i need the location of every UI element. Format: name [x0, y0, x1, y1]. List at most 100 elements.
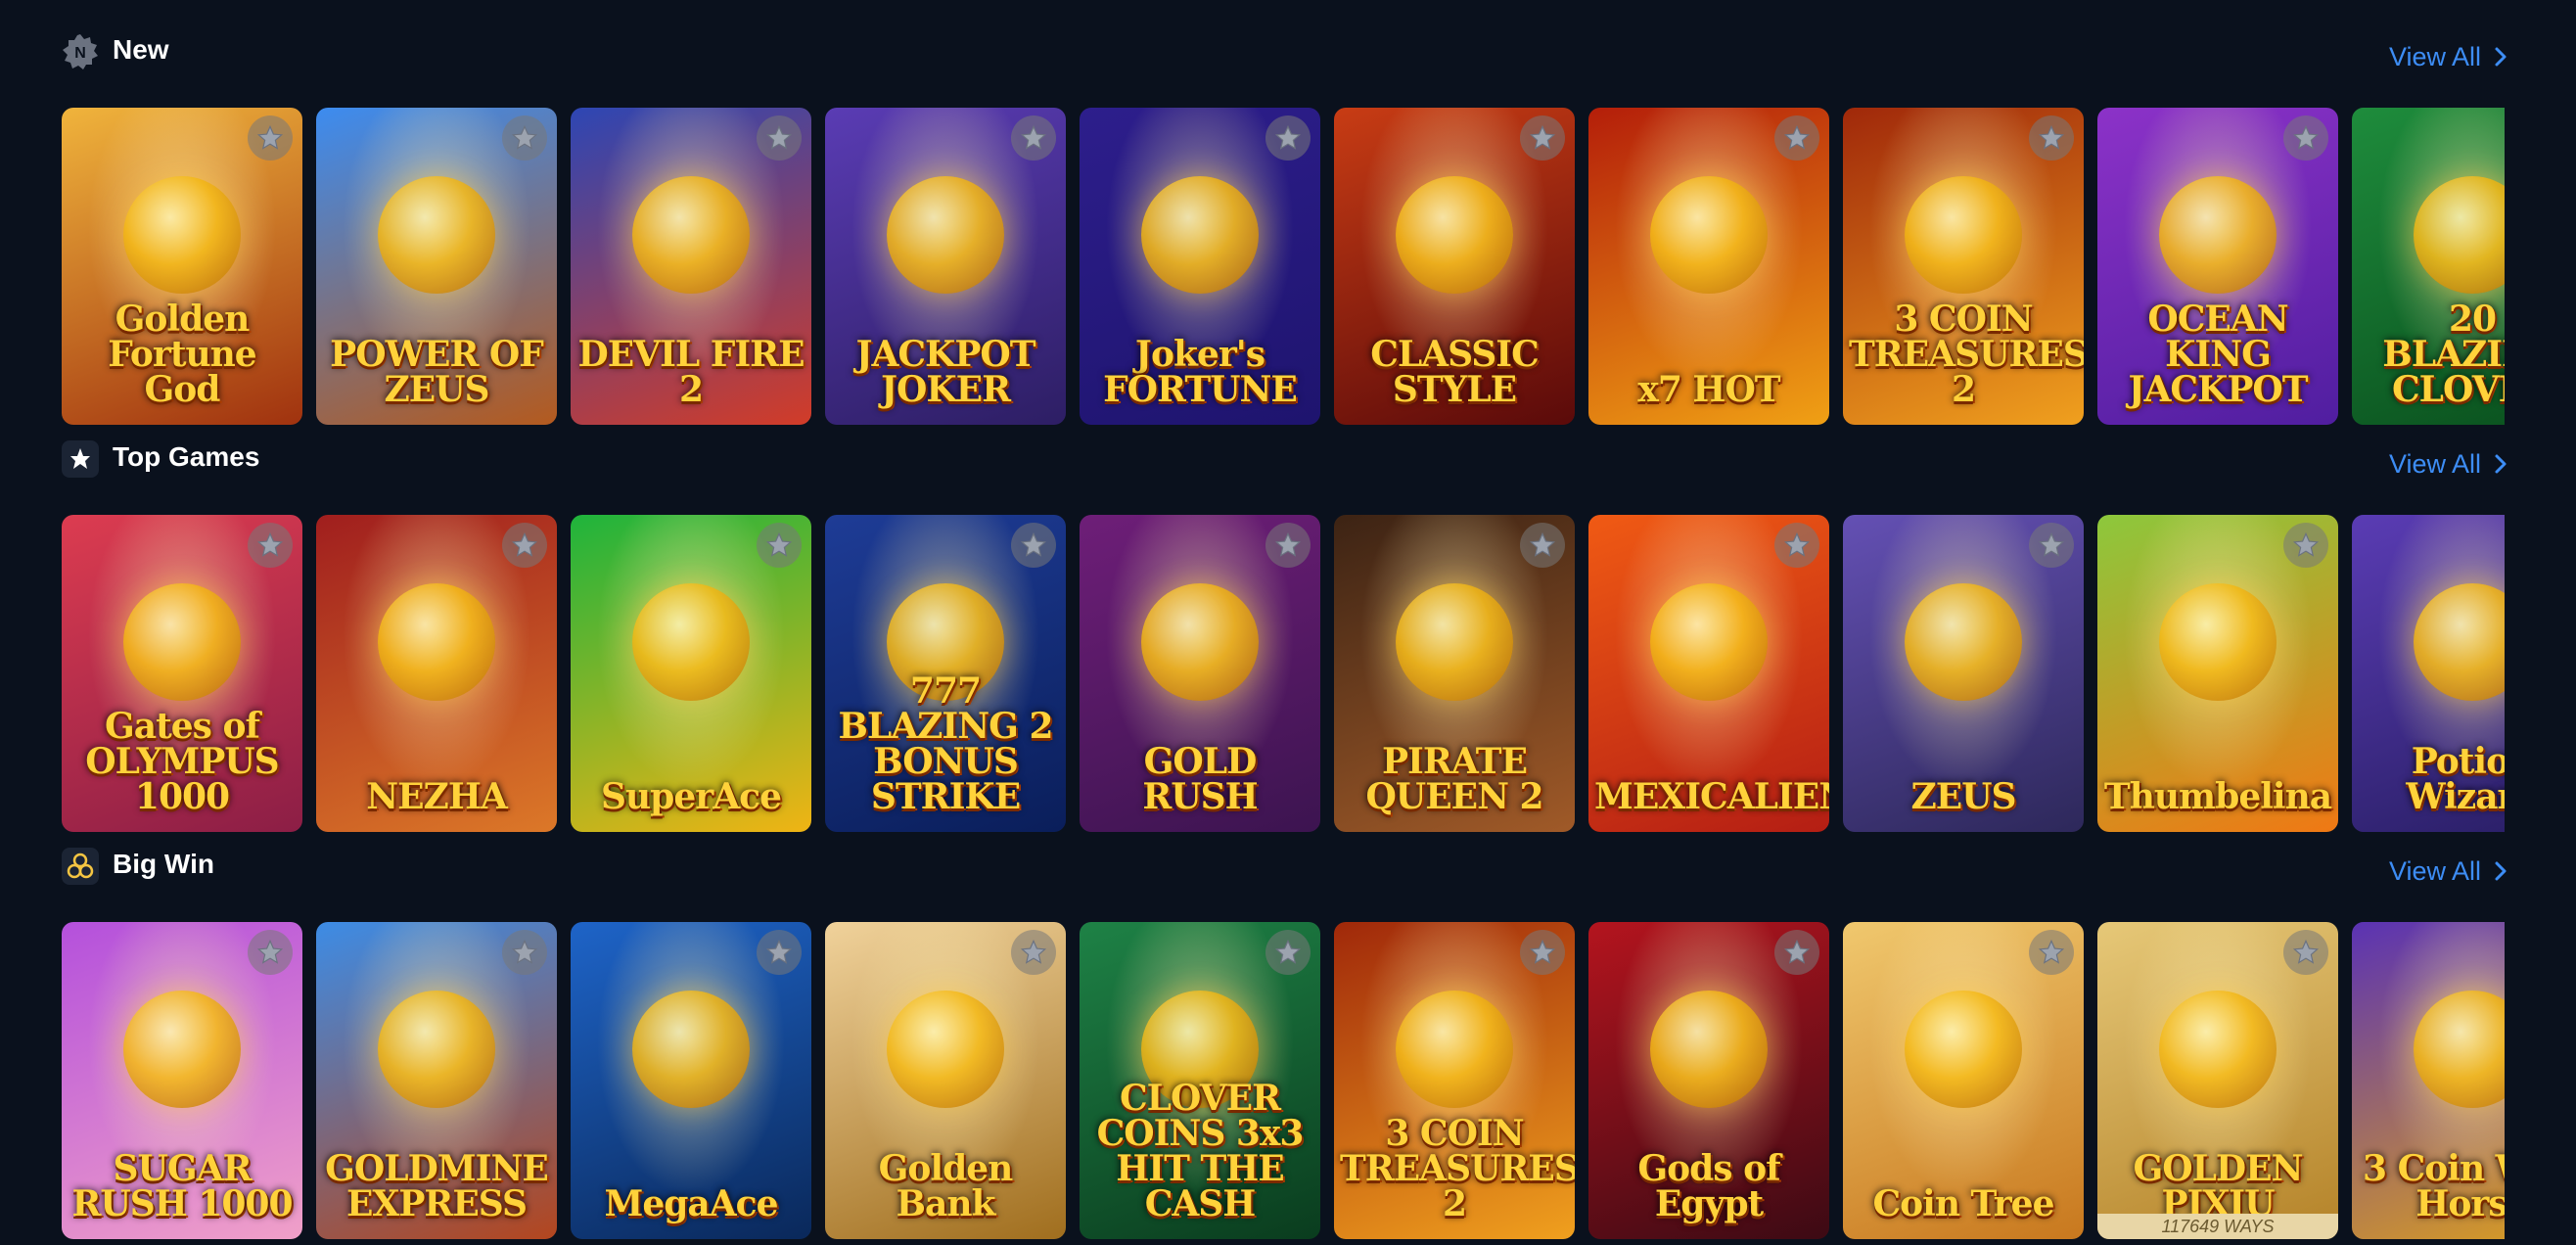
favorite-button[interactable] [1774, 523, 1819, 568]
star-icon [765, 124, 793, 150]
game-card[interactable]: POWER OF ZEUS [316, 108, 557, 425]
game-card[interactable]: JACKPOT JOKER [825, 108, 1066, 425]
favorite-button[interactable] [757, 115, 802, 161]
game-card[interactable]: Coin Tree [1843, 922, 2084, 1239]
game-card[interactable]: 3 Coin Wild Horse [2352, 922, 2505, 1239]
star-icon [765, 939, 793, 964]
favorite-button[interactable] [2029, 523, 2074, 568]
star-icon [2292, 124, 2320, 150]
game-title: PIRATE QUEEN 2 [1365, 741, 1543, 817]
star-icon [765, 531, 793, 557]
game-title: SuperAce [601, 776, 782, 817]
game-card[interactable]: Golden Bank [825, 922, 1066, 1239]
game-title: Gates of OLYMPUS 1000 [85, 706, 279, 817]
game-card[interactable]: Gates of OLYMPUS 1000 [62, 515, 302, 832]
game-card[interactable]: NEZHA [316, 515, 557, 832]
game-emblem [1650, 990, 1768, 1108]
star-icon [1274, 531, 1302, 557]
favorite-button[interactable] [757, 930, 802, 975]
favorite-button[interactable] [1265, 930, 1311, 975]
favorite-button[interactable] [2283, 115, 2328, 161]
game-emblem [123, 990, 241, 1108]
view-all-link[interactable]: View All [2389, 852, 2508, 891]
star-icon [1529, 531, 1556, 557]
game-card[interactable]: Joker's FORTUNE [1080, 108, 1320, 425]
game-title: Golden Bank [878, 1148, 1014, 1224]
favorite-button[interactable] [2283, 523, 2328, 568]
game-card[interactable]: Gods of Egypt [1588, 922, 1829, 1239]
game-title: SUGAR RUSH 1000 [71, 1148, 293, 1224]
game-emblem [2159, 175, 2277, 294]
favorite-button[interactable] [2283, 930, 2328, 975]
view-all-label: View All [2388, 42, 2481, 71]
favorite-button[interactable] [502, 115, 547, 161]
game-card[interactable]: 20 BLAZING CLOVER [2352, 108, 2505, 425]
star-icon [1529, 124, 1556, 150]
favorite-button[interactable] [248, 115, 293, 161]
game-card[interactable]: MegaAce [571, 922, 811, 1239]
game-title: 3 COIN TREASURES 2 [1849, 299, 2084, 410]
game-title: OCEAN KING JACKPOT [2128, 299, 2308, 410]
game-card[interactable]: x7 HOT [1588, 108, 1829, 425]
star-icon [511, 124, 538, 150]
game-caption: 117649 WAYS [2097, 1214, 2338, 1239]
game-row: Golden Fortune God POWER OF ZEUS DEVIL FIR… [62, 108, 2505, 427]
game-card[interactable]: GOLDEN PIXIU 117649 WAYS [2097, 922, 2338, 1239]
favorite-button[interactable] [1774, 930, 1819, 975]
favorite-button[interactable] [757, 523, 802, 568]
game-card[interactable]: 777 BLAZING 2 BONUS STRIKE [825, 515, 1066, 832]
game-title: CLASSIC STYLE [1370, 334, 1540, 410]
star-icon [1020, 124, 1047, 150]
game-card[interactable]: Potion Wizard [2352, 515, 2505, 832]
game-card[interactable]: MEXICALIENTE [1588, 515, 1829, 832]
game-title: GOLD RUSH [1142, 741, 1258, 817]
favorite-button[interactable] [1265, 523, 1311, 568]
game-card[interactable]: 3 COIN TREASURES 2 [1843, 108, 2084, 425]
favorite-button[interactable] [248, 523, 293, 568]
game-card[interactable]: OCEAN KING JACKPOT [2097, 108, 2338, 425]
game-title: Joker's FORTUNE [1103, 334, 1298, 410]
game-card[interactable]: PIRATE QUEEN 2 [1334, 515, 1575, 832]
game-card[interactable]: SuperAce [571, 515, 811, 832]
view-all-label: View All [2388, 856, 2481, 886]
favorite-button[interactable] [502, 930, 547, 975]
favorite-button[interactable] [2029, 115, 2074, 161]
star-icon [256, 124, 284, 150]
game-row: Gates of OLYMPUS 1000 NEZHA SuperAce 777 BL… [62, 515, 2505, 834]
favorite-button[interactable] [1774, 115, 1819, 161]
view-all-link[interactable]: View All [2389, 37, 2508, 76]
game-emblem [1905, 990, 2022, 1108]
game-card[interactable]: ZEUS [1843, 515, 2084, 832]
favorite-button[interactable] [1011, 115, 1056, 161]
favorite-button[interactable] [1520, 523, 1565, 568]
favorite-button[interactable] [248, 930, 293, 975]
favorite-button[interactable] [2029, 930, 2074, 975]
game-emblem [1141, 582, 1259, 701]
star-icon [2038, 939, 2065, 964]
game-card[interactable]: SUGAR RUSH 1000 [62, 922, 302, 1239]
game-card[interactable]: 3 COIN TREASURES 2 [1334, 922, 1575, 1239]
section-header: N New View All [62, 23, 2508, 86]
favorite-button[interactable] [502, 523, 547, 568]
game-card[interactable]: GOLDMINE EXPRESS [316, 922, 557, 1239]
game-title: NEZHA [366, 776, 508, 817]
section-header: Big Win View All [62, 838, 2508, 900]
game-card[interactable]: GOLD RUSH [1080, 515, 1320, 832]
favorite-button[interactable] [1011, 930, 1056, 975]
favorite-button[interactable] [1265, 115, 1311, 161]
game-card[interactable]: CLOVER COINS 3x3 HIT THE CASH [1080, 922, 1320, 1239]
game-emblem [1650, 582, 1768, 701]
favorite-button[interactable] [1520, 115, 1565, 161]
favorite-button[interactable] [1520, 930, 1565, 975]
game-emblem [123, 582, 241, 701]
section-title: Top Games [113, 441, 260, 472]
view-all-label: View All [2388, 449, 2481, 479]
game-card[interactable]: Golden Fortune God [62, 108, 302, 425]
favorite-button[interactable] [1011, 523, 1056, 568]
game-title: CLOVER COINS 3x3 HIT THE CASH [1096, 1078, 1305, 1224]
game-card[interactable]: CLASSIC STYLE [1334, 108, 1575, 425]
view-all-link[interactable]: View All [2389, 444, 2508, 484]
game-card[interactable]: Thumbelina [2097, 515, 2338, 832]
game-card[interactable]: DEVIL FIRE 2 [571, 108, 811, 425]
game-emblem [2159, 990, 2277, 1108]
